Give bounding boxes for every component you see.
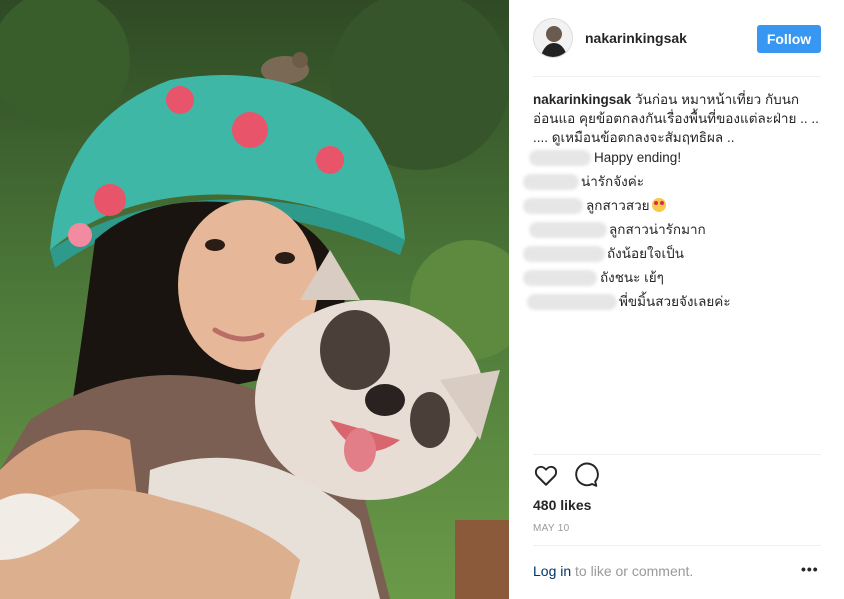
footer-divider <box>533 545 821 546</box>
blurred-commenter[interactable] <box>527 294 617 310</box>
comment-text: น่ารักจังค่ะ <box>581 174 645 189</box>
header-divider <box>533 76 821 77</box>
comment-text: ลูกสาวน่ารักมาก <box>609 222 706 237</box>
comment-text: ลูกสาวสวย <box>586 196 666 216</box>
avatar-image <box>534 19 572 57</box>
heart-eyes-emoji-icon <box>651 198 666 212</box>
blurred-commenter[interactable] <box>523 270 597 286</box>
post-header: nakarinkingsak Follow <box>533 18 821 60</box>
like-count[interactable]: 480 likes <box>533 497 591 513</box>
comment-item: ถังชนะ เย้ๆ <box>523 268 823 292</box>
comment-text: ถังน้อยใจเป็น <box>607 246 684 261</box>
actions-divider <box>533 454 821 455</box>
post-photo[interactable] <box>0 0 509 599</box>
comment-text: Happy ending! <box>594 150 682 165</box>
blurred-commenter[interactable] <box>523 246 605 262</box>
comment-text: ถังชนะ เย้ๆ <box>600 270 664 285</box>
comment-item: Happy ending! <box>523 148 823 172</box>
comment-item: พี่ขมิ้นสวยจังเลยค่ะ <box>523 292 823 316</box>
speech-bubble-icon[interactable] <box>573 462 601 490</box>
login-prompt-text: to like or comment. <box>571 563 694 579</box>
comments-list: Happy ending! น่ารักจังค่ะ ลูกสาวสวย ลูก… <box>523 148 823 316</box>
comment-item: ลูกสาวสวย <box>523 196 823 220</box>
post-sidebar: nakarinkingsak Follow nakarinkingsak วัน… <box>509 0 844 599</box>
post-date[interactable]: MAY 10 <box>533 523 569 534</box>
comment-text-body: ลูกสาวสวย <box>586 198 650 213</box>
blurred-commenter[interactable] <box>529 150 591 166</box>
heart-outline-icon[interactable] <box>533 462 561 490</box>
login-link[interactable]: Log in <box>533 563 571 579</box>
caption-username[interactable]: nakarinkingsak <box>533 92 631 107</box>
comment-item: น่ารักจังค่ะ <box>523 172 823 196</box>
comment-text: พี่ขมิ้นสวยจังเลยค่ะ <box>619 294 731 309</box>
comment-item: ลูกสาวน่ารักมาก <box>523 220 823 244</box>
blurred-commenter[interactable] <box>523 198 583 214</box>
username[interactable]: nakarinkingsak <box>585 30 687 46</box>
blurred-commenter[interactable] <box>529 222 607 238</box>
blurred-commenter[interactable] <box>523 174 579 190</box>
comment-item: ถังน้อยใจเป็น <box>523 244 823 268</box>
avatar[interactable] <box>533 18 573 58</box>
caption: nakarinkingsak วันก่อน หมาหน้าเที่ยว กับ… <box>533 90 823 147</box>
more-options-icon[interactable]: ••• <box>801 561 819 577</box>
follow-button[interactable]: Follow <box>757 25 821 53</box>
login-prompt: Log in to like or comment. <box>533 563 693 579</box>
post-image <box>0 0 509 599</box>
